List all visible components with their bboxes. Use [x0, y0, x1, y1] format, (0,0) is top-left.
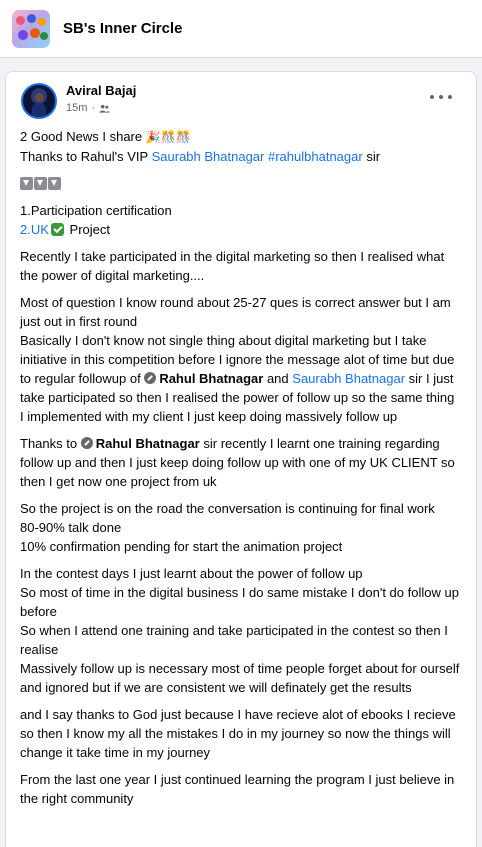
group-header: SB's Inner Circle [0, 0, 482, 58]
down-arrow-icon [34, 177, 47, 190]
post-time[interactable]: 15m [66, 102, 87, 114]
profile-badge-icon [80, 437, 93, 449]
post-line: So most of time in the digital business … [20, 585, 459, 619]
profile-badge-icon [144, 372, 157, 384]
post-paragraph: and I say thanks to God just because I h… [20, 707, 456, 760]
group-name[interactable]: SB's Inner Circle [63, 20, 182, 37]
down-arrow-icon [20, 177, 33, 190]
post-line: Massively follow up is necessary most of… [20, 661, 460, 695]
post-line: So the project is on the road the conver… [20, 501, 435, 516]
mention-label: Rahul Bhatnagar [159, 371, 264, 386]
post-line: Most of question I know round about 25-2… [20, 295, 451, 329]
post-line: Project [69, 222, 110, 237]
post-card: Aviral Bajaj 15m · 2 Good News I share 🎉… [5, 71, 477, 847]
audience-group-icon [99, 104, 110, 113]
mention-rahul[interactable]: Rahul Bhatnagar [80, 436, 200, 451]
mention-link[interactable]: Saurabh Bhatnagar [152, 149, 265, 164]
post-paragraph: From the last one year I just continued … [20, 772, 455, 806]
down-arrows [20, 174, 460, 193]
mention-link[interactable]: Saurabh Bhatnagar [292, 371, 405, 386]
mention-rahul[interactable]: Rahul Bhatnagar [144, 371, 263, 386]
check-icon [50, 223, 64, 236]
post-meta: 15m · [66, 102, 110, 114]
post-line: and [266, 371, 289, 386]
group-avatar[interactable] [12, 9, 50, 48]
post-line: 10% confirmation pending for start the a… [20, 539, 343, 554]
post-line: In the contest days I just learnt about … [20, 566, 363, 581]
post-line: So when I attend one training and take p… [20, 623, 448, 657]
party-emoji: 🎉🎊🎊 [145, 130, 191, 144]
post-line: sir [366, 149, 381, 164]
post-body: 2 Good News I share 🎉🎊🎊 Thanks to Rahul'… [20, 127, 460, 816]
hashtag-link[interactable]: #rahulbhatnagar [268, 149, 363, 164]
post-line: Thanks to [20, 436, 78, 451]
more-options-icon[interactable] [430, 90, 452, 104]
author-name[interactable]: Aviral Bajaj [66, 83, 136, 98]
uk-link[interactable]: 2.UK [20, 222, 49, 237]
mention-label: Rahul Bhatnagar [95, 436, 200, 451]
post-line: 80-90% talk done [20, 520, 122, 535]
post-line: Thanks to Rahul's VIP [20, 149, 148, 164]
author-avatar[interactable] [21, 83, 57, 119]
post-paragraph: Recently I take participated in the digi… [20, 249, 445, 283]
down-arrow-icon [48, 177, 61, 190]
post-line: 2 Good News I share [20, 129, 143, 144]
post-line: 1.Participation certification [20, 203, 172, 218]
